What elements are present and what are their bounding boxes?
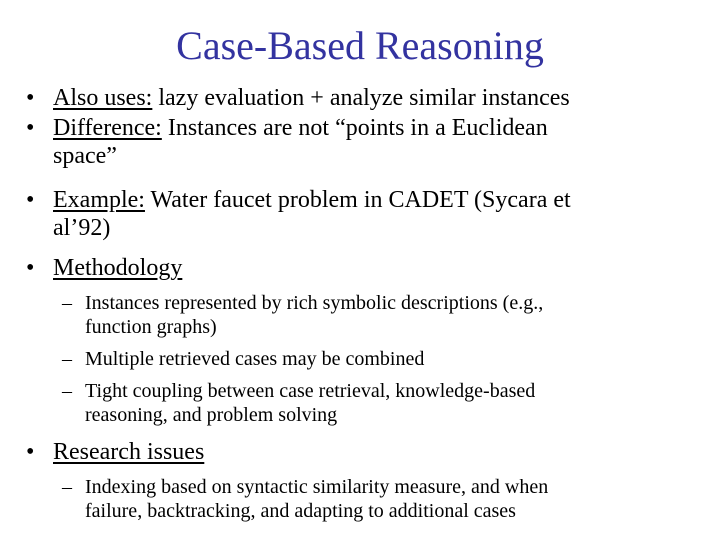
slide-title: Case-Based Reasoning xyxy=(176,23,544,68)
bullet-difference: • Difference: Instances are not “points … xyxy=(26,114,548,169)
dash-icon: – xyxy=(62,476,72,498)
bullet-text-continuation: al’92) xyxy=(53,215,111,241)
sub-item-text-continuation: function graphs) xyxy=(85,315,217,338)
bullet-icon: • xyxy=(26,255,35,281)
bullet-icon: • xyxy=(26,439,35,465)
bullet-icon: • xyxy=(26,115,35,141)
dash-icon: – xyxy=(62,348,72,370)
sub-item-text-continuation: reasoning, and problem solving xyxy=(85,403,338,426)
bullet-text: Instances are not “points in a Euclidean xyxy=(161,115,548,141)
sub-item-text: Instances represented by rich symbolic d… xyxy=(85,292,544,314)
bullet-label: Methodology xyxy=(53,255,183,281)
bullet-research-issues: • Research issues xyxy=(26,438,204,466)
sub-item-text: Indexing based on syntactic similarity m… xyxy=(85,476,549,498)
bullet-also-uses: • Also uses: lazy evaluation + analyze s… xyxy=(26,84,570,112)
bullet-example: • Example: Water faucet problem in CADET… xyxy=(26,186,571,241)
bullet-methodology: • Methodology xyxy=(26,254,182,282)
bullet-icon: • xyxy=(26,85,35,111)
sub-item-text: Tight coupling between case retrieval, k… xyxy=(85,380,536,402)
sub-item-text: Multiple retrieved cases may be combined xyxy=(85,348,425,370)
bullet-label: Research issues xyxy=(53,439,205,465)
bullet-label: Difference: xyxy=(53,115,162,141)
sub-item-text-continuation: failure, backtracking, and adapting to a… xyxy=(85,499,516,522)
dash-icon: – xyxy=(62,380,72,402)
bullet-text-continuation: space” xyxy=(53,143,117,169)
bullet-text: Water faucet problem in CADET (Sycara et xyxy=(144,187,571,213)
bullet-icon: • xyxy=(26,187,35,213)
bullet-label: Example: xyxy=(53,187,145,213)
bullet-text: lazy evaluation + analyze similar instan… xyxy=(152,85,570,111)
bullet-label: Also uses: xyxy=(53,85,153,111)
dash-icon: – xyxy=(62,292,72,314)
